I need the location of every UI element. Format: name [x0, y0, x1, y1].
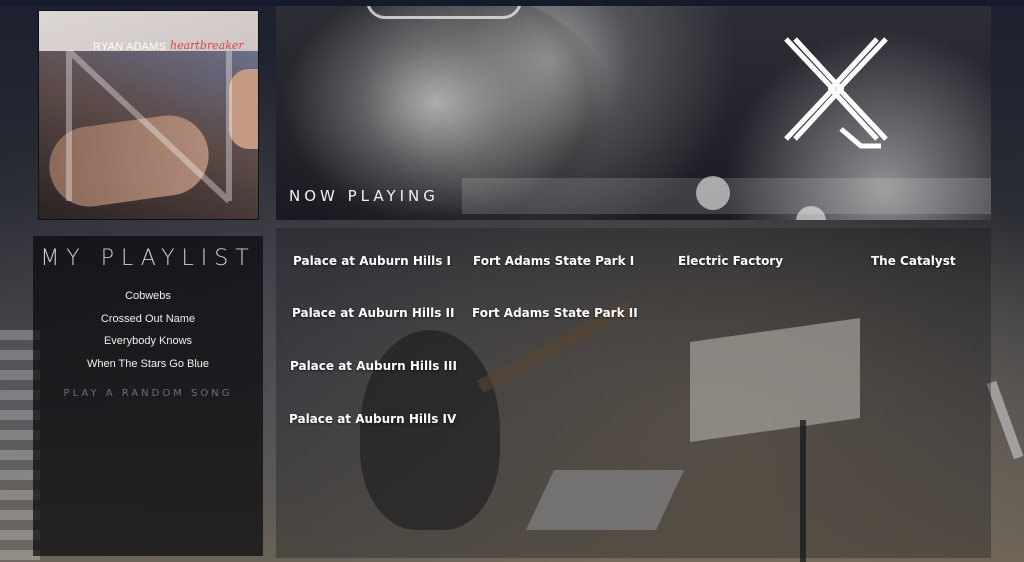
background-microphone [986, 380, 1024, 460]
play-random-song-button[interactable]: PLAY A RANDOM SONG [33, 388, 263, 399]
playlist-song[interactable]: Everybody Knows [33, 333, 263, 356]
playlist-song[interactable]: Crossed Out Name [33, 311, 263, 334]
playlist-list: Cobwebs Crossed Out Name Everybody Knows… [33, 288, 263, 378]
venues-panel: Palace at Auburn Hills I Fort Adams Stat… [276, 228, 991, 558]
album-watermark-logo [66, 48, 232, 204]
album-artist: RYAN ADAMS [93, 41, 167, 53]
venue-link[interactable]: Palace at Auburn Hills IV [289, 412, 456, 426]
playlist-song[interactable]: When The Stars Go Blue [33, 356, 263, 379]
progress-bar[interactable] [462, 178, 991, 214]
header-photo-glasses [366, 6, 522, 19]
venue-link[interactable]: Electric Factory [678, 254, 783, 268]
venue-link[interactable]: Palace at Auburn Hills I [293, 254, 451, 268]
venue-link[interactable]: The Catalyst [871, 254, 956, 268]
venue-link[interactable]: Fort Adams State Park I [473, 254, 634, 268]
brand-logo-icon [784, 37, 888, 149]
playlist-panel: MY PLAYLIST Cobwebs Crossed Out Name Eve… [33, 236, 263, 556]
album-title: heartbreaker [170, 39, 244, 52]
playlist-title: MY PLAYLIST [40, 246, 256, 271]
album-cover: RYAN ADAMS heartbreaker [38, 10, 259, 220]
now-playing-label: NOW PLAYING [289, 187, 439, 205]
playlist-song[interactable]: Cobwebs [33, 288, 263, 311]
now-playing-header: NOW PLAYING [276, 6, 991, 220]
venue-link[interactable]: Fort Adams State Park II [472, 306, 638, 320]
venue-link[interactable]: Palace at Auburn Hills II [292, 306, 454, 320]
venue-link[interactable]: Palace at Auburn Hills III [290, 359, 457, 373]
